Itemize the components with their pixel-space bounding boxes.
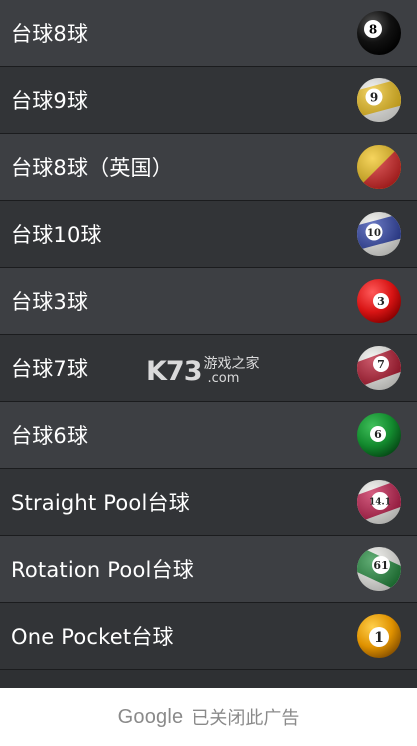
one-pocket-ball-icon: 1 <box>356 613 402 659</box>
ball-number: 8 <box>369 23 377 37</box>
three-ball-icon: 3 <box>356 278 402 324</box>
list-item-eight-ball[interactable]: 台球8球 8 <box>0 0 417 67</box>
list-item-rotation-pool[interactable]: Rotation Pool台球 61 <box>0 536 417 603</box>
list-item-nine-ball[interactable]: 台球9球 9 <box>0 67 417 134</box>
list-item-label: Straight Pool台球 <box>11 491 190 515</box>
ball-number: 10 <box>367 228 381 239</box>
ten-ball-icon: 10 <box>356 211 402 257</box>
list-item-label: 台球8球 <box>11 22 89 46</box>
seven-ball-icon: 7 <box>356 345 402 391</box>
list-item-label: 台球6球 <box>11 424 89 448</box>
list-item-label: 台球9球 <box>11 89 89 113</box>
ad-closed-text: 已关闭此广告 <box>191 708 300 729</box>
game-mode-screen: 台球8球 8 台球9球 9 台球8球（英国） 台球10球 10 台球3球 3 台… <box>0 0 417 746</box>
list-item-label: Rotation Pool台球 <box>11 558 194 582</box>
list-item-six-ball[interactable]: 台球6球 6 <box>0 402 417 469</box>
ball-number: 9 <box>370 91 378 105</box>
game-mode-list: 台球8球 8 台球9球 9 台球8球（英国） 台球10球 10 台球3球 3 台… <box>0 0 417 688</box>
straight-pool-ball-icon: 14.1 <box>356 479 402 525</box>
list-item-label: 台球3球 <box>11 290 89 314</box>
google-logo: Google <box>117 705 184 728</box>
list-item-label: 台球8球（英国） <box>11 156 173 180</box>
nine-ball-icon: 9 <box>356 77 402 123</box>
list-item-label: 台球7球 <box>11 357 89 381</box>
ad-closed-banner: Google 已关闭此广告 <box>0 688 417 746</box>
ball-number: 3 <box>377 295 385 308</box>
ball-number: 7 <box>377 358 385 371</box>
ball-number: 61 <box>373 559 388 572</box>
list-item-label: One Pocket台球 <box>11 625 174 649</box>
list-item-straight-pool[interactable]: Straight Pool台球 14.1 <box>0 469 417 536</box>
uk-eight-ball-icon <box>356 144 402 190</box>
list-item-uk-eight-ball[interactable]: 台球8球（英国） <box>0 134 417 201</box>
list-item-one-pocket[interactable]: One Pocket台球 1 <box>0 603 417 670</box>
ball-number: 6 <box>374 428 382 441</box>
rotation-pool-ball-icon: 61 <box>356 546 402 592</box>
list-item-three-ball[interactable]: 台球3球 3 <box>0 268 417 335</box>
six-ball-icon: 6 <box>356 412 402 458</box>
list-item-seven-ball[interactable]: 台球7球 7 <box>0 335 417 402</box>
list-item-ten-ball[interactable]: 台球10球 10 <box>0 201 417 268</box>
ball-number: 1 <box>374 630 384 646</box>
eight-ball-icon: 8 <box>356 10 402 56</box>
list-item-label: 台球10球 <box>11 223 102 247</box>
ball-number: 14.1 <box>369 498 391 508</box>
